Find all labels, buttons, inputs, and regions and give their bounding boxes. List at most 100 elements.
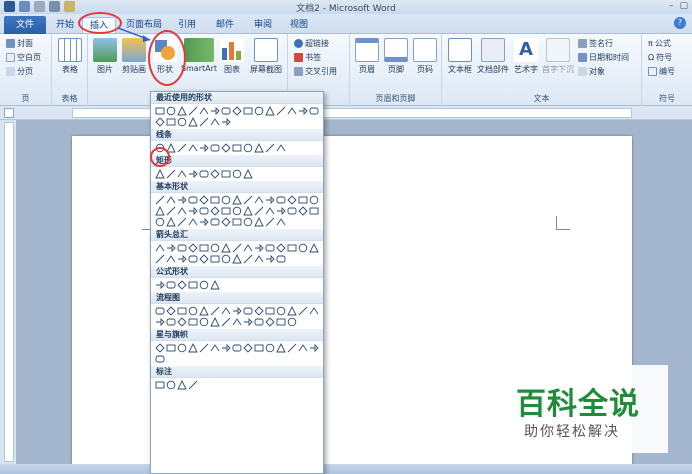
shape-item[interactable] bbox=[221, 117, 231, 127]
shape-item[interactable] bbox=[155, 354, 165, 364]
shape-item[interactable] bbox=[276, 306, 286, 316]
shape-item[interactable] bbox=[177, 280, 187, 290]
tab-file[interactable]: 文件 bbox=[4, 16, 46, 34]
shape-item[interactable] bbox=[243, 169, 253, 179]
shape-item[interactable] bbox=[254, 254, 264, 264]
shape-item[interactable] bbox=[210, 280, 220, 290]
shape-item[interactable] bbox=[254, 195, 264, 205]
shape-item[interactable] bbox=[243, 106, 253, 116]
symbol-button[interactable]: Ω 符号 bbox=[648, 52, 672, 63]
shape-item[interactable] bbox=[210, 317, 220, 327]
shape-item[interactable] bbox=[265, 343, 275, 353]
shape-item[interactable] bbox=[254, 106, 264, 116]
bookmark-button[interactable]: 书签 bbox=[294, 52, 321, 63]
cross-reference-button[interactable]: 交叉引用 bbox=[294, 66, 337, 77]
shape-item[interactable] bbox=[232, 217, 242, 227]
shape-item[interactable] bbox=[177, 106, 187, 116]
shape-item[interactable] bbox=[210, 117, 220, 127]
shape-item[interactable] bbox=[155, 380, 165, 390]
screenshot-button[interactable]: 屏幕截图 bbox=[246, 38, 286, 75]
shape-item[interactable] bbox=[287, 195, 297, 205]
shape-item[interactable] bbox=[210, 243, 220, 253]
shape-item[interactable] bbox=[221, 343, 231, 353]
shape-item[interactable] bbox=[210, 254, 220, 264]
shape-item[interactable] bbox=[243, 195, 253, 205]
tab-references[interactable]: 引用 bbox=[172, 17, 202, 33]
header-button[interactable]: 页眉 bbox=[354, 38, 380, 75]
shape-item[interactable] bbox=[188, 380, 198, 390]
shape-item[interactable] bbox=[309, 106, 319, 116]
shape-item[interactable] bbox=[199, 195, 209, 205]
shape-item[interactable] bbox=[199, 106, 209, 116]
shape-item[interactable] bbox=[309, 343, 319, 353]
textbox-button[interactable]: 文本框 bbox=[446, 38, 474, 75]
shape-item[interactable] bbox=[188, 254, 198, 264]
shape-item[interactable] bbox=[210, 206, 220, 216]
shape-item[interactable] bbox=[188, 317, 198, 327]
shape-item[interactable] bbox=[188, 343, 198, 353]
minimize-button[interactable]: – bbox=[669, 1, 674, 11]
shape-item[interactable] bbox=[232, 169, 242, 179]
maximize-button[interactable]: ▢ bbox=[679, 1, 688, 11]
shape-item[interactable] bbox=[287, 243, 297, 253]
shape-item[interactable] bbox=[177, 169, 187, 179]
shape-item[interactable] bbox=[177, 206, 187, 216]
shape-item[interactable] bbox=[254, 343, 264, 353]
shape-item[interactable] bbox=[166, 195, 176, 205]
shape-item[interactable] bbox=[254, 243, 264, 253]
shape-item[interactable] bbox=[188, 117, 198, 127]
shape-item[interactable] bbox=[199, 217, 209, 227]
shape-item[interactable] bbox=[199, 343, 209, 353]
shape-item[interactable] bbox=[155, 217, 165, 227]
shape-item[interactable] bbox=[309, 195, 319, 205]
shape-item[interactable] bbox=[166, 317, 176, 327]
shape-item[interactable] bbox=[166, 280, 176, 290]
tab-view[interactable]: 视图 bbox=[284, 17, 314, 33]
shape-item[interactable] bbox=[166, 380, 176, 390]
shape-item[interactable] bbox=[243, 254, 253, 264]
shape-item[interactable] bbox=[254, 217, 264, 227]
shape-item[interactable] bbox=[298, 206, 308, 216]
shape-item[interactable] bbox=[199, 117, 209, 127]
shape-item[interactable] bbox=[265, 195, 275, 205]
tab-selector-button[interactable] bbox=[4, 108, 14, 118]
shape-item[interactable] bbox=[199, 317, 209, 327]
shape-item[interactable] bbox=[221, 106, 231, 116]
drop-cap-button[interactable]: 首字下沉 bbox=[542, 38, 574, 75]
cover-page-button[interactable]: 封面 bbox=[6, 38, 33, 49]
footer-button[interactable]: 页脚 bbox=[383, 38, 409, 75]
shape-item[interactable] bbox=[221, 254, 231, 264]
shape-item[interactable] bbox=[177, 117, 187, 127]
shape-item[interactable] bbox=[276, 254, 286, 264]
shape-item[interactable] bbox=[254, 206, 264, 216]
shape-item[interactable] bbox=[155, 169, 165, 179]
shape-item[interactable] bbox=[287, 306, 297, 316]
chart-button[interactable]: 图表 bbox=[220, 38, 244, 75]
shape-item[interactable] bbox=[177, 380, 187, 390]
shape-item[interactable] bbox=[210, 306, 220, 316]
equation-button[interactable]: π 公式 bbox=[648, 38, 671, 49]
shape-item[interactable] bbox=[265, 243, 275, 253]
shape-item[interactable] bbox=[188, 206, 198, 216]
shape-item[interactable] bbox=[232, 317, 242, 327]
shape-item[interactable] bbox=[221, 169, 231, 179]
shape-item[interactable] bbox=[232, 243, 242, 253]
shape-item[interactable] bbox=[221, 317, 231, 327]
shape-item[interactable] bbox=[243, 243, 253, 253]
shape-item[interactable] bbox=[199, 243, 209, 253]
shape-item[interactable] bbox=[243, 343, 253, 353]
shape-item[interactable] bbox=[155, 306, 165, 316]
shape-item[interactable] bbox=[177, 254, 187, 264]
shape-item[interactable] bbox=[276, 217, 286, 227]
shape-item[interactable] bbox=[265, 217, 275, 227]
shape-item[interactable] bbox=[188, 243, 198, 253]
tab-review[interactable]: 审阅 bbox=[248, 17, 278, 33]
shape-item[interactable] bbox=[254, 306, 264, 316]
shape-item[interactable] bbox=[298, 306, 308, 316]
shape-item[interactable] bbox=[166, 306, 176, 316]
shape-item[interactable] bbox=[177, 195, 187, 205]
shape-item[interactable] bbox=[177, 317, 187, 327]
shape-item[interactable] bbox=[265, 106, 275, 116]
shape-item[interactable] bbox=[210, 143, 220, 153]
help-icon[interactable]: ? bbox=[674, 17, 686, 29]
